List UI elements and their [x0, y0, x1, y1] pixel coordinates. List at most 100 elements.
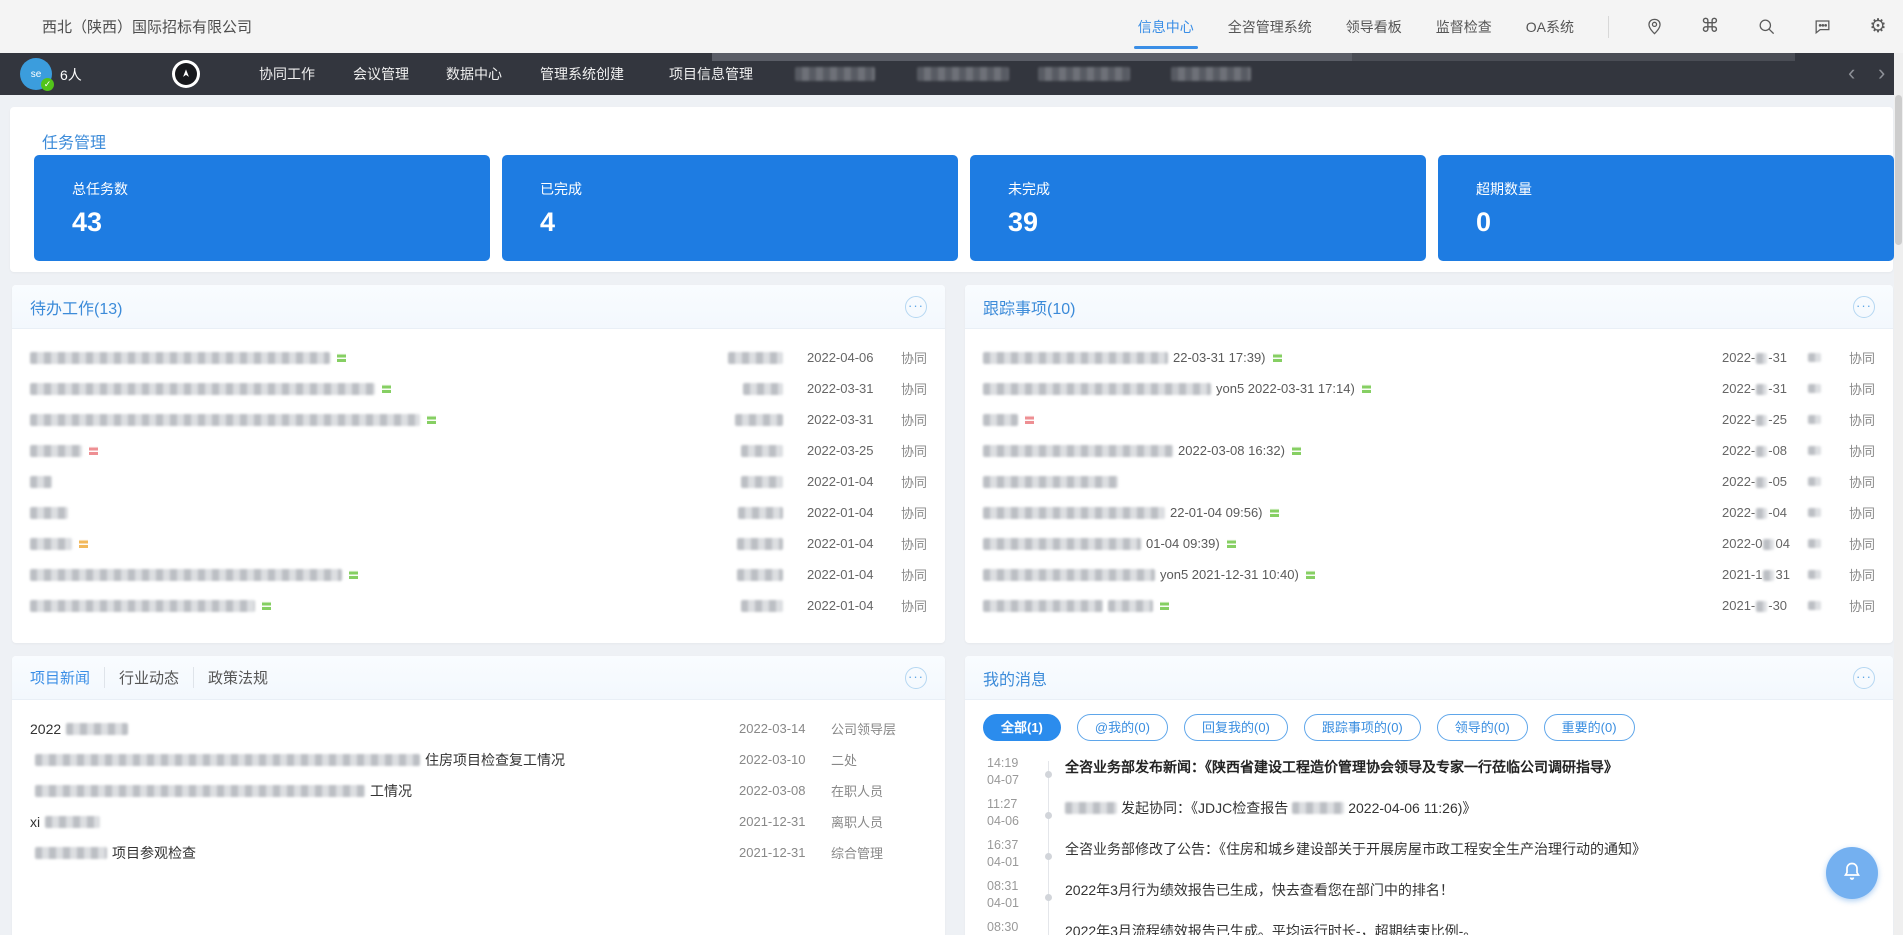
menu-info-center[interactable]: 信息中心 — [1138, 0, 1194, 53]
todo-row[interactable]: 2022-03-25 协同 — [12, 435, 945, 466]
card-completed[interactable]: 已完成 4 — [502, 155, 958, 261]
tab-industry-trends[interactable]: 行业动态 — [104, 667, 193, 688]
news-row[interactable]: 工情况 2022-03-08 在职人员 — [12, 775, 945, 806]
news-row[interactable]: xi 2021-12-31 离职人员 — [12, 806, 945, 837]
news-row[interactable]: 项目参观检查 2021-12-31 综合管理 — [12, 837, 945, 868]
tracking-row[interactable]: 01-04 09:39) 2022-004 协同 — [965, 528, 1893, 559]
menu-oa-system[interactable]: OA系统 — [1526, 0, 1574, 53]
todo-row[interactable]: 2022-01-04 协同 — [12, 590, 945, 621]
todo-date: 2022-03-31 — [807, 381, 891, 396]
todo-date: 2022-01-04 — [807, 505, 891, 520]
tracking-tag: 协同 — [1839, 441, 1875, 460]
message-item[interactable]: 16:3704-01 全咨业务部修改了公告：《住房和城乡建设部关于开展房屋市政工… — [965, 837, 1893, 878]
more-options-icon[interactable]: ··· — [905, 296, 927, 318]
tracking-row[interactable]: yon5 2021-12-31 10:40) 2021-131 协同 — [965, 559, 1893, 590]
redacted-nav-tab[interactable] — [1038, 67, 1130, 81]
tracking-row[interactable]: 2022--25 协同 — [965, 404, 1893, 435]
news-row[interactable]: 2022 2022-03-14 公司领导层 — [12, 713, 945, 744]
message-item[interactable]: 14:1904-07 全咨业务部发布新闻：《陕西省建设工程造价管理协会领导及专家… — [965, 755, 1893, 796]
notification-bell-button[interactable] — [1826, 847, 1878, 899]
todo-row[interactable]: 2022-01-04 协同 — [12, 497, 945, 528]
message-item[interactable]: 08:3104-01 2022年3月行为绩效报告已生成，快去查看您在部门中的排名… — [965, 878, 1893, 919]
nav-system-create[interactable]: 管理系统创建 — [540, 53, 624, 95]
message-item[interactable]: 08:3004-01 2022年3月流程绩效报告已生成。平均运行时长-，超期结束… — [965, 919, 1893, 935]
tracking-row[interactable]: 22-03-31 17:39) 2022--31 协同 — [965, 342, 1893, 373]
todo-panel: 待办工作(13) ··· 2022-04-06 协同 2022-03-31 协同… — [12, 285, 945, 643]
todo-row[interactable]: 2022-03-31 协同 — [12, 404, 945, 435]
date-part: 2022- — [1722, 474, 1755, 489]
redacted-nav-tab[interactable] — [917, 67, 1009, 81]
filter-tracking[interactable]: 跟踪事项的(0) — [1304, 714, 1421, 741]
menu-consulting-system[interactable]: 全咨管理系统 — [1228, 0, 1312, 53]
tracking-row[interactable]: 2022-03-08 16:32) 2022--08 协同 — [965, 435, 1893, 466]
nav-data-center[interactable]: 数据中心 — [446, 53, 502, 95]
tracking-row[interactable]: 22-01-04 09:56) 2022--04 协同 — [965, 497, 1893, 528]
more-options-icon[interactable]: ··· — [1853, 667, 1875, 689]
nav-collaboration[interactable]: 协同工作 — [259, 53, 315, 95]
menu-supervision[interactable]: 监督检查 — [1436, 0, 1492, 53]
date-part: 2021-1 — [1722, 567, 1762, 582]
date-part: 2022- — [1722, 412, 1755, 427]
message-time: 08:3104-01 — [965, 878, 1027, 912]
chat-icon[interactable] — [1811, 16, 1833, 38]
alert-document-icon — [1023, 412, 1036, 427]
redacted-name — [741, 445, 783, 457]
redacted-text — [35, 785, 365, 797]
filter-mentions[interactable]: @我的(0) — [1077, 714, 1168, 741]
nav-meetings[interactable]: 会议管理 — [353, 53, 409, 95]
todo-row[interactable]: 2022-01-04 协同 — [12, 559, 945, 590]
message-item[interactable]: 11:2704-06 发起协同：《JDJC检查报告2022-04-06 11:2… — [965, 796, 1893, 837]
avatar[interactable]: se ✓ — [20, 58, 52, 90]
redacted-text — [30, 507, 68, 519]
card-value: 43 — [72, 207, 490, 238]
redacted-name — [1808, 601, 1821, 610]
redacted-name — [735, 414, 783, 426]
todo-row[interactable]: 2022-01-04 协同 — [12, 528, 945, 559]
card-overdue[interactable]: 超期数量 0 — [1438, 155, 1894, 261]
more-options-icon[interactable]: ··· — [1853, 296, 1875, 318]
redacted-text — [45, 816, 100, 828]
search-icon[interactable] — [1755, 16, 1777, 38]
todo-row[interactable]: 2022-03-31 协同 — [12, 373, 945, 404]
prev-chevron-icon[interactable]: ‹ — [1848, 59, 1855, 87]
apps-icon[interactable]: ⌘ — [1699, 16, 1721, 38]
filter-important[interactable]: 重要的(0) — [1544, 714, 1635, 741]
nav-scrollbar[interactable] — [712, 53, 1795, 61]
document-icon — [347, 567, 360, 582]
next-chevron-icon[interactable]: › — [1878, 59, 1885, 87]
card-label: 未完成 — [1008, 179, 1426, 199]
tracking-row[interactable]: 2022--05 协同 — [965, 466, 1893, 497]
settings-icon[interactable]: ⚙ — [1867, 16, 1889, 38]
news-category: 公司领导层 — [831, 719, 927, 738]
card-uncompleted[interactable]: 未完成 39 — [970, 155, 1426, 261]
tracking-tag: 协同 — [1839, 565, 1875, 584]
news-panel-header: 项目新闻 行业动态 政策法规 ··· — [12, 656, 945, 700]
tab-policies[interactable]: 政策法规 — [193, 667, 282, 688]
tracking-row[interactable]: yon5 2022-03-31 17:14) 2022--31 协同 — [965, 373, 1893, 404]
todo-row[interactable]: 2022-01-04 协同 — [12, 466, 945, 497]
news-row[interactable]: 住房项目检查复工情况 2022-03-10 二处 — [12, 744, 945, 775]
nav-project-info[interactable]: 项目信息管理 — [669, 53, 753, 95]
main-nav-bar: se ✓ 6人 协同工作 会议管理 数据中心 管理系统创建 项目信息管理 ‹ › — [0, 53, 1903, 95]
vertical-scrollbar[interactable] — [1894, 53, 1903, 935]
redacted-name — [738, 507, 783, 519]
top-bar: 西北（陕西）国际招标有限公司 信息中心 全咨管理系统 领导看板 监督检查 OA系… — [0, 0, 1903, 53]
menu-leader-board[interactable]: 领导看板 — [1346, 0, 1402, 53]
filter-replies[interactable]: 回复我的(0) — [1184, 714, 1288, 741]
scrollbar-thumb[interactable] — [1895, 95, 1902, 245]
tracking-row[interactable]: 2021--30 协同 — [965, 590, 1893, 621]
filter-all[interactable]: 全部(1) — [983, 714, 1061, 741]
card-label: 已完成 — [540, 179, 958, 199]
location-icon[interactable] — [1643, 16, 1665, 38]
redacted-name — [741, 600, 783, 612]
tracking-fragment: 01-04 09:39) — [1146, 536, 1220, 551]
more-options-icon[interactable]: ··· — [905, 667, 927, 689]
filter-leaders[interactable]: 领导的(0) — [1437, 714, 1528, 741]
navigation-arrow-icon[interactable] — [172, 60, 200, 88]
tab-project-news[interactable]: 项目新闻 — [30, 667, 104, 688]
redacted-nav-tab[interactable] — [795, 67, 875, 81]
card-total-tasks[interactable]: 总任务数 43 — [34, 155, 490, 261]
redacted-nav-tab[interactable] — [1171, 67, 1251, 81]
timeline-dot-icon — [1045, 894, 1052, 901]
todo-row[interactable]: 2022-04-06 协同 — [12, 342, 945, 373]
